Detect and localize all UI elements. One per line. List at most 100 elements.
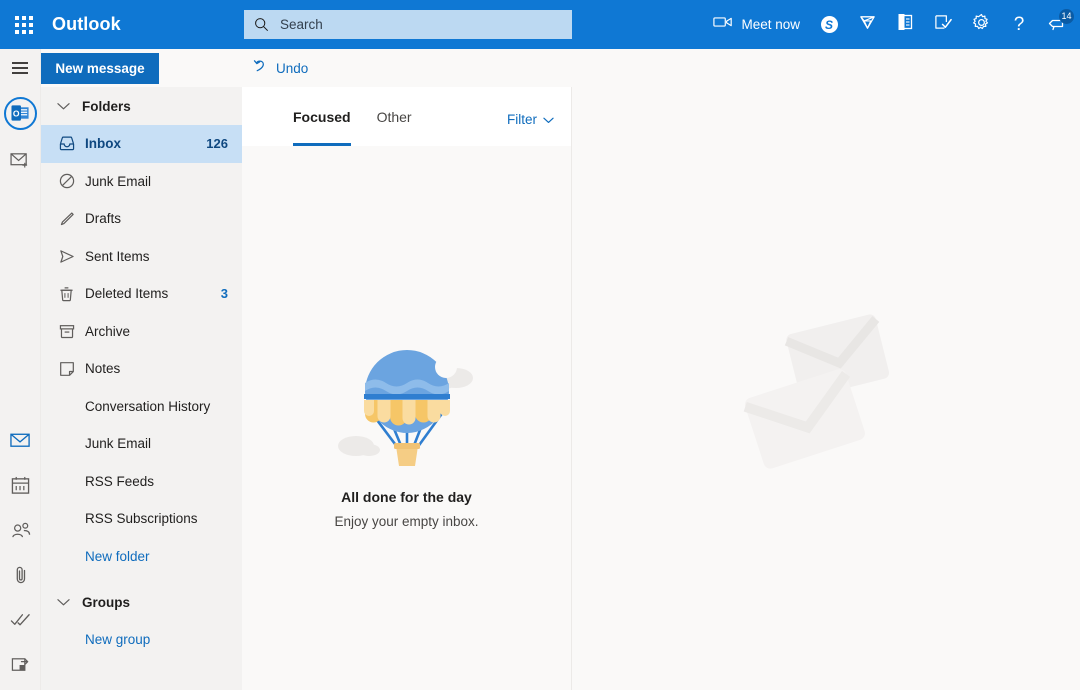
checkmark-todo-icon — [10, 611, 31, 634]
rail-new-mail-button[interactable] — [0, 139, 41, 184]
folder-label: Conversation History — [85, 398, 211, 414]
sidebar-folder-junk-email[interactable]: Junk Email — [41, 425, 242, 463]
header-actions: Meet now S ? 14 — [707, 0, 1080, 49]
settings-button[interactable] — [962, 0, 1000, 49]
sidebar-folder-rss-feeds[interactable]: RSS Feeds — [41, 463, 242, 501]
feedback-button[interactable]: 14 — [1038, 0, 1080, 49]
meet-now-label: Meet now — [741, 17, 800, 32]
sidebar-folder-sent-items[interactable]: Sent Items — [41, 238, 242, 276]
chevron-down-icon — [57, 102, 70, 111]
app-brand-title[interactable]: Outlook — [52, 14, 121, 35]
chevron-down-icon — [57, 598, 70, 607]
folder-unread-count: 3 — [220, 286, 228, 302]
undo-label: Undo — [276, 60, 309, 76]
tab-focused[interactable]: Focused — [280, 88, 364, 146]
folder-label: New group — [85, 632, 151, 648]
sidebar-folder-deleted-items[interactable]: Deleted Items 3 — [41, 275, 242, 313]
calendar-icon — [11, 476, 30, 500]
archive-box-icon — [59, 324, 85, 339]
mail-icon — [10, 432, 31, 453]
tab-other[interactable]: Other — [364, 88, 425, 146]
top-header-bar: Outlook Meet now — [0, 0, 1080, 49]
sidebar-folder-conversation-history[interactable]: Conversation History — [41, 388, 242, 426]
hamburger-menu-icon — [12, 59, 28, 77]
sidebar-item-files[interactable] — [0, 555, 41, 600]
search-box[interactable] — [244, 10, 572, 39]
outlook-app-window: Outlook Meet now — [0, 0, 1080, 690]
sidebar-item-people[interactable] — [0, 510, 41, 555]
send-arrow-icon — [59, 249, 85, 264]
folder-label: Junk Email — [85, 436, 152, 452]
sidebar-folder-drafts[interactable]: Drafts — [41, 200, 242, 238]
rail-nav-items — [0, 420, 41, 690]
toggle-sidebar-button[interactable] — [0, 49, 40, 87]
feedback-count-badge: 14 — [1059, 9, 1074, 24]
svg-text:O: O — [13, 108, 20, 118]
empty-inbox-state: All done for the day Enjoy your empty in… — [242, 342, 571, 529]
note-checkmark-icon — [934, 13, 953, 36]
outlook-account-icon: O — [4, 96, 37, 130]
account-avatar[interactable]: O — [0, 87, 41, 139]
filter-label: Filter — [507, 112, 537, 127]
office-note-button[interactable] — [886, 0, 924, 49]
app-launcher-waffle-icon — [15, 15, 33, 34]
sidebar-item-todo[interactable] — [0, 600, 41, 645]
apps-switch-icon — [11, 656, 31, 679]
gear-icon — [972, 13, 991, 37]
folder-unread-count: 126 — [206, 136, 228, 152]
group-list: New group — [41, 621, 242, 659]
block-circle-icon — [59, 173, 85, 189]
folder-list: Inbox 126 Junk Email Drafts Sent Items Delete… — [41, 125, 242, 575]
folder-label: Junk Email — [85, 173, 152, 189]
folders-section-header[interactable]: Folders — [41, 87, 242, 125]
sidebar-folder-junk-email[interactable]: Junk Email — [41, 163, 242, 201]
sidebar-folder-new-folder[interactable]: New folder — [41, 538, 242, 576]
folder-label: New folder — [85, 548, 150, 564]
groups-section-label: Groups — [82, 594, 131, 610]
sidebar-item-mail[interactable] — [0, 420, 41, 465]
new-mail-icon — [10, 151, 31, 173]
sidebar-folder-inbox[interactable]: Inbox 126 — [41, 125, 242, 163]
sidebar-folder-new-group[interactable]: New group — [41, 621, 242, 659]
sidebar-item-apps[interactable] — [0, 645, 41, 690]
message-list-header: Focused Other Filter — [242, 87, 571, 146]
chevron-down-icon — [543, 112, 554, 127]
groups-section-header[interactable]: Groups — [41, 583, 242, 621]
folder-label: Archive — [85, 323, 131, 339]
premium-button[interactable] — [848, 0, 886, 49]
search-icon — [254, 17, 269, 32]
reading-pane — [572, 87, 1080, 690]
paperclip-files-icon — [13, 565, 29, 590]
inbox-icon — [59, 136, 85, 151]
filter-button[interactable]: Filter — [507, 112, 554, 127]
sidebar-folder-notes[interactable]: Notes — [41, 350, 242, 388]
folder-label: Inbox — [85, 136, 121, 152]
office-note-icon — [896, 13, 914, 36]
sidebar-item-calendar[interactable] — [0, 465, 41, 510]
skype-button[interactable]: S — [810, 0, 848, 49]
undo-arrow-icon — [253, 58, 268, 78]
folder-label: Drafts — [85, 211, 122, 227]
undo-button[interactable]: Undo — [253, 58, 308, 78]
search-input[interactable] — [278, 16, 562, 33]
sidebar-folder-archive[interactable]: Archive — [41, 313, 242, 351]
help-button[interactable]: ? — [1000, 0, 1038, 49]
people-icon — [11, 521, 31, 544]
note-icon — [59, 361, 85, 377]
folder-label: RSS Feeds — [85, 473, 155, 489]
diamond-premium-icon — [858, 14, 877, 36]
tasks-button[interactable] — [924, 0, 962, 49]
new-message-button[interactable]: New message — [41, 52, 159, 84]
question-mark-icon: ? — [1013, 14, 1025, 35]
meet-now-button[interactable]: Meet now — [707, 0, 810, 49]
folder-label: Deleted Items — [85, 286, 169, 302]
pencil-icon — [59, 211, 85, 227]
new-message-bar: New message — [41, 49, 242, 87]
folder-label: RSS Subscriptions — [85, 511, 198, 527]
sidebar-folder-rss-subscriptions[interactable]: RSS Subscriptions — [41, 500, 242, 538]
app-launcher-button[interactable] — [0, 0, 48, 49]
trash-icon — [59, 286, 85, 302]
empty-state-subtitle: Enjoy your empty inbox. — [334, 514, 479, 529]
skype-icon: S — [820, 16, 838, 33]
tab-other-label: Other — [376, 109, 412, 125]
